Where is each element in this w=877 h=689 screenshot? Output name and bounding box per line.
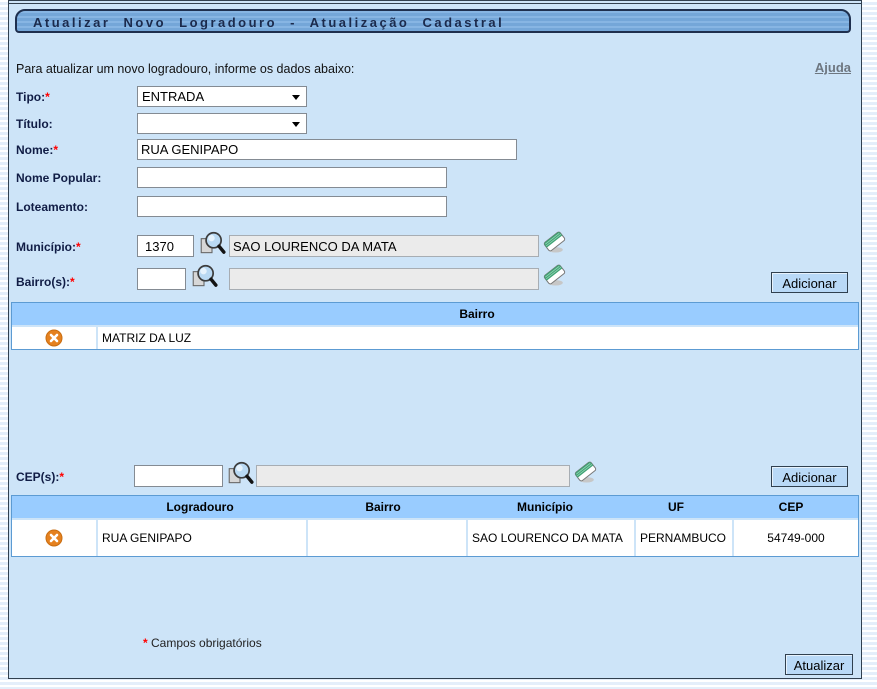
required-asterisk: * <box>143 636 148 650</box>
chevron-down-icon <box>292 95 300 100</box>
bairro-column-header: Bairro <box>96 303 858 325</box>
ceps-label: CEP(s):* <box>16 470 64 484</box>
loteamento-label: Loteamento: <box>16 200 88 214</box>
bairros-label-text: Bairro(s): <box>16 275 70 289</box>
municipio-column-header: Município <box>462 496 628 518</box>
cep-name-field <box>256 465 570 487</box>
nome-label-text: Nome: <box>16 143 53 157</box>
required-asterisk: * <box>59 470 64 484</box>
loteamento-input[interactable] <box>137 196 447 217</box>
required-asterisk: * <box>45 90 50 104</box>
logradouro-cell: RUA GENIPAPO <box>98 520 306 556</box>
eraser-icon[interactable] <box>542 262 567 288</box>
header-spacer <box>12 496 96 518</box>
page-title: Atualizar Novo Logradouro - Atualização … <box>15 9 851 33</box>
required-asterisk: * <box>76 240 81 254</box>
municipio-label: Município:* <box>16 240 81 254</box>
nome-popular-input[interactable] <box>137 167 447 188</box>
required-note: * Campos obrigatórios <box>143 636 262 650</box>
municipio-cell: SAO LOURENCO DA MATA <box>468 520 634 556</box>
municipio-label-text: Município: <box>16 240 76 254</box>
window-top-divider <box>9 3 861 4</box>
delete-cell <box>12 520 96 556</box>
bairro-code-input[interactable] <box>137 268 186 290</box>
search-icon[interactable] <box>198 230 226 257</box>
tipo-label-text: Tipo: <box>16 90 45 104</box>
titulo-select[interactable] <box>137 113 307 134</box>
required-asterisk: * <box>70 275 75 289</box>
chevron-down-icon <box>292 122 300 127</box>
bairro-cell: MATRIZ DA LUZ <box>98 327 858 349</box>
delete-icon[interactable] <box>45 529 63 547</box>
atualizar-button[interactable]: Atualizar <box>785 654 853 675</box>
nome-input[interactable] <box>137 139 517 160</box>
bairro-table-header: Bairro <box>12 303 858 325</box>
cep-code-input[interactable] <box>134 465 223 487</box>
uf-column-header: UF <box>628 496 724 518</box>
titulo-label: Título: <box>16 117 53 131</box>
tipo-select-value: ENTRADA <box>142 89 204 104</box>
table-row: RUA GENIPAPO SAO LOURENCO DA MATA PERNAM… <box>12 520 858 556</box>
bairro-name-field <box>229 268 539 290</box>
header-spacer <box>12 303 96 325</box>
help-link[interactable]: Ajuda <box>815 60 851 75</box>
bairro-column-header: Bairro <box>304 496 462 518</box>
search-icon[interactable] <box>226 460 254 487</box>
municipio-name-field <box>229 235 539 257</box>
search-icon[interactable] <box>190 263 218 290</box>
uf-cell: PERNAMBUCO <box>636 520 732 556</box>
table-row: MATRIZ DA LUZ <box>12 327 858 349</box>
cep-cell: 54749-000 <box>734 520 858 556</box>
nome-popular-label: Nome Popular: <box>16 171 101 185</box>
nome-label: Nome:* <box>16 143 58 157</box>
cep-table-header: Logradouro Bairro Município UF CEP <box>12 496 858 518</box>
cep-table: Logradouro Bairro Município UF CEP RUA G… <box>11 495 859 557</box>
delete-cell <box>12 327 96 349</box>
bairros-label: Bairro(s):* <box>16 275 75 289</box>
required-asterisk: * <box>53 143 58 157</box>
delete-icon[interactable] <box>45 329 63 347</box>
add-cep-button[interactable]: Adicionar <box>771 466 848 487</box>
required-note-text: Campos obrigatórios <box>151 636 262 650</box>
ceps-label-text: CEP(s): <box>16 470 59 484</box>
intro-text: Para atualizar um novo logradouro, infor… <box>16 62 354 76</box>
form-window: Atualizar Novo Logradouro - Atualização … <box>8 0 862 679</box>
add-bairro-button[interactable]: Adicionar <box>771 272 848 293</box>
cep-column-header: CEP <box>724 496 858 518</box>
municipio-code-input[interactable] <box>137 235 194 257</box>
eraser-icon[interactable] <box>542 229 567 255</box>
bairro-cell <box>308 520 466 556</box>
logradouro-column-header: Logradouro <box>96 496 304 518</box>
tipo-label: Tipo:* <box>16 90 50 104</box>
eraser-icon[interactable] <box>573 459 598 485</box>
tipo-select[interactable]: ENTRADA <box>137 86 307 107</box>
bairro-table: Bairro MATRIZ DA LUZ <box>11 302 859 350</box>
